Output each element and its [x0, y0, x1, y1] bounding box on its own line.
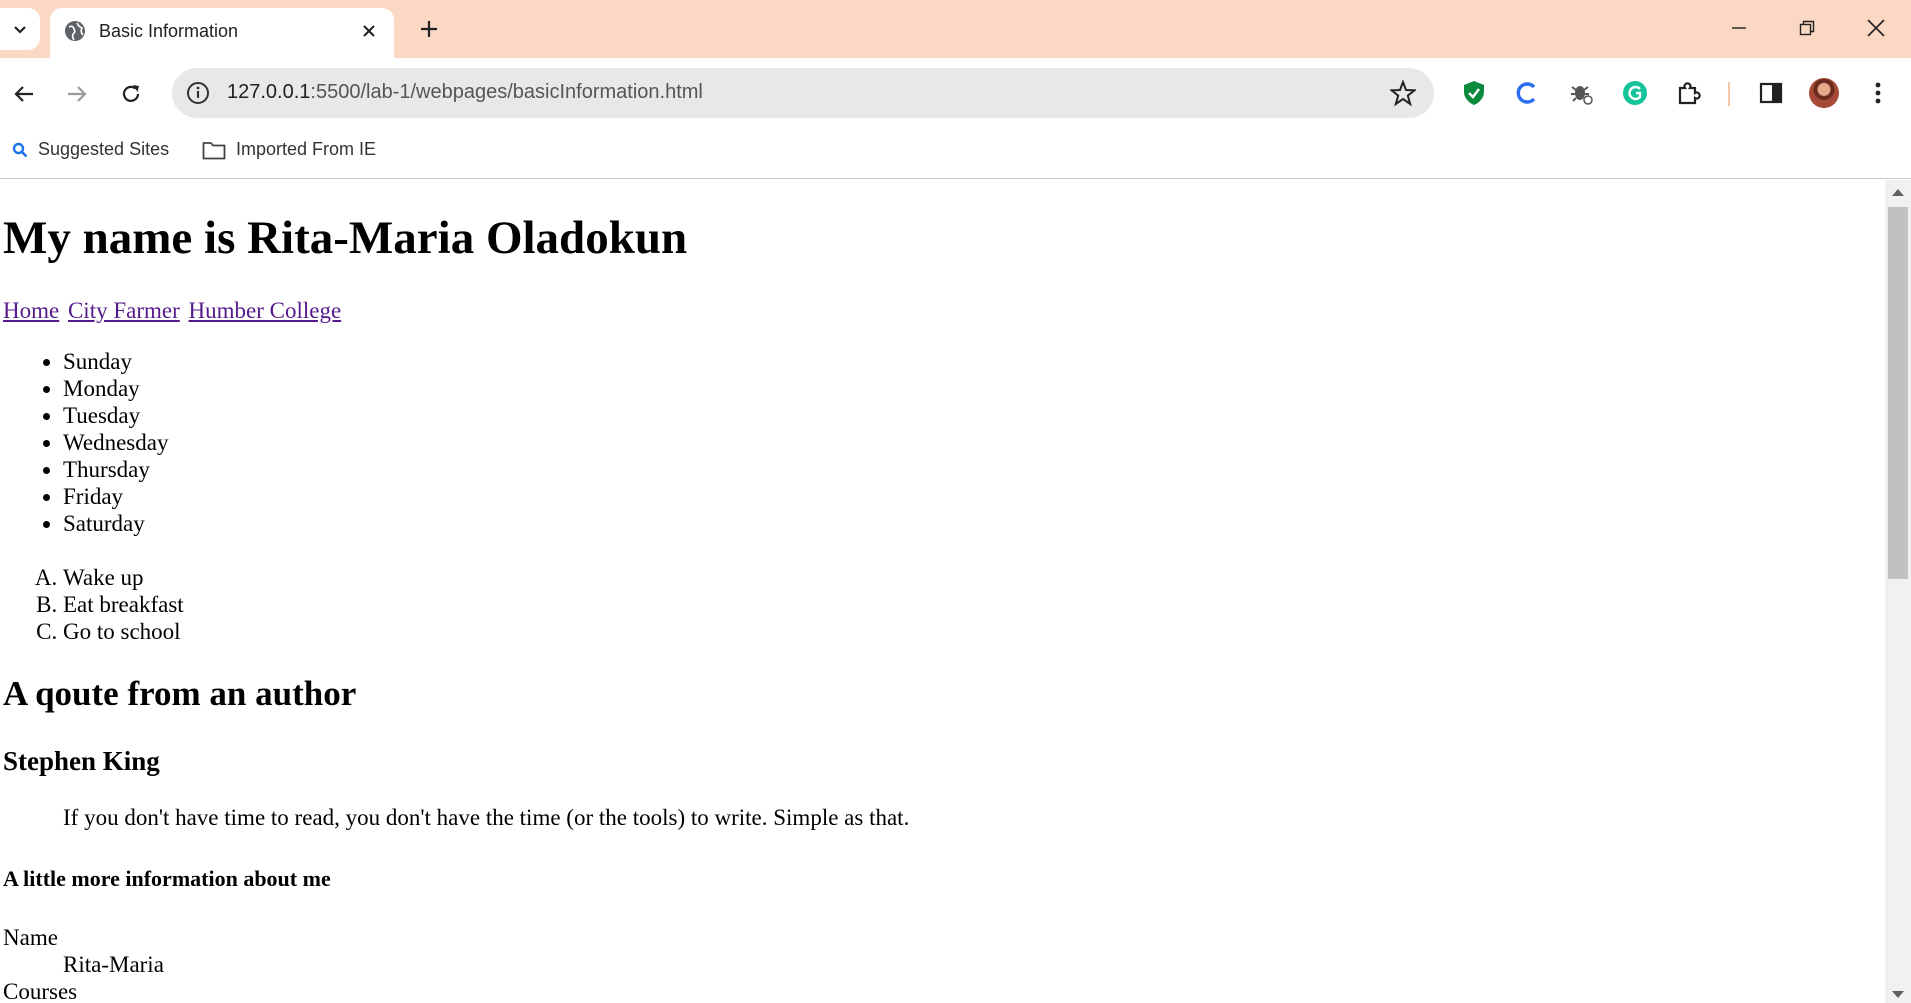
days-list: Sunday Monday Tuesday Wednesday Thursday… [0, 348, 168, 537]
c-extension-button[interactable] [1512, 78, 1542, 108]
url-path: :5500/lab-1/webpages/basicInformation.ht… [310, 81, 703, 103]
tab-close-button[interactable] [356, 18, 382, 44]
menu-button[interactable] [1863, 78, 1893, 108]
author-heading: Stephen King [3, 746, 160, 776]
restore-icon [1799, 20, 1815, 36]
reload-icon [122, 85, 140, 102]
info-icon[interactable] [186, 81, 210, 105]
grammarly-extension-button[interactable] [1620, 78, 1650, 108]
puzzle-icon [1678, 82, 1701, 105]
list-item: Thursday [63, 456, 168, 483]
page-title: My name is Rita-Maria Oladokun [3, 212, 688, 264]
plus-icon [421, 21, 437, 37]
scroll-down-arrow[interactable] [1892, 991, 1904, 998]
grammarly-icon [1623, 81, 1647, 105]
folder-icon [202, 141, 226, 159]
nav-links: Home City Farmer Humber College [3, 298, 344, 324]
link-city-farmer[interactable]: City Farmer [68, 298, 180, 323]
address-bar[interactable]: 127.0.0.1:5500/lab-1/webpages/basicInfor… [172, 68, 1434, 118]
more-vertical-icon [1875, 82, 1881, 104]
new-tab-button[interactable] [414, 14, 444, 44]
bookmarks-bar: Suggested Sites Imported From IE [0, 128, 1911, 179]
side-panel-icon [1759, 82, 1783, 104]
extensions-button[interactable] [1674, 78, 1704, 108]
reload-button[interactable] [113, 76, 149, 112]
restore-button[interactable] [1782, 8, 1832, 48]
list-item: Eat breakfast [63, 591, 184, 618]
bookmark-suggested-sites[interactable]: Suggested Sites [12, 139, 169, 160]
shield-icon [1464, 81, 1484, 105]
shield-extension-button[interactable] [1459, 78, 1489, 108]
list-item: Wake up [63, 564, 184, 591]
detail-term: Courses [3, 979, 78, 1003]
about-heading: A little more information about me [3, 866, 331, 891]
link-humber-college[interactable]: Humber College [189, 298, 342, 323]
minimize-icon [1732, 27, 1746, 29]
list-item: Monday [63, 375, 168, 402]
arrow-right-icon [68, 86, 87, 102]
arrow-left-icon [14, 86, 33, 102]
side-panel-button[interactable] [1756, 78, 1786, 108]
tab-title: Basic Information [99, 21, 239, 41]
browser-tab[interactable]: Basic Information [50, 8, 394, 58]
profile-avatar[interactable] [1809, 78, 1839, 108]
close-window-button[interactable] [1851, 8, 1901, 48]
chevron-down-icon [14, 26, 26, 34]
search-icon [12, 142, 28, 157]
browser-toolbar: 127.0.0.1:5500/lab-1/webpages/basicInfor… [0, 58, 1911, 128]
list-item: Wednesday [63, 429, 168, 456]
bookmark-label: Suggested Sites [38, 139, 170, 159]
close-icon [363, 25, 375, 37]
detail-description: Rita-Maria [63, 952, 164, 977]
list-item: Friday [63, 483, 168, 510]
quote-heading: A qoute from an author [3, 674, 357, 713]
details-list: Name Rita-Maria Courses [3, 924, 164, 1003]
detail-term: Name [3, 925, 58, 950]
bookmark-imported-from-ie[interactable]: Imported From IE [202, 139, 376, 160]
toolbar-separator [1728, 82, 1730, 106]
tab-search-button[interactable] [0, 8, 40, 50]
list-item: Go to school [63, 618, 184, 645]
scroll-up-arrow[interactable] [1892, 189, 1904, 196]
url-host: 127.0.0.1 [227, 81, 311, 103]
bug-extension-button[interactable] [1566, 78, 1596, 108]
page-content: My name is Rita-Maria Oladokun Home City… [0, 180, 1885, 1003]
list-item: Tuesday [63, 402, 168, 429]
minimize-button[interactable] [1714, 8, 1764, 48]
close-icon [1867, 19, 1885, 37]
tab-strip: Basic Information [0, 0, 1911, 58]
scrollbar-thumb[interactable] [1888, 207, 1908, 579]
routine-list: Wake up Eat breakfast Go to school [0, 564, 184, 645]
blockquote: If you don't have time to read, you don'… [63, 805, 910, 830]
back-button[interactable] [6, 76, 42, 112]
list-item: Sunday [63, 348, 168, 375]
bookmark-label: Imported From IE [236, 139, 377, 159]
link-home[interactable]: Home [3, 298, 59, 323]
bug-icon [1571, 86, 1593, 105]
bookmark-star-icon[interactable] [1390, 80, 1416, 106]
globe-icon [65, 21, 85, 41]
forward-button[interactable] [59, 76, 95, 112]
list-item: Saturday [63, 510, 168, 537]
url-text[interactable]: 127.0.0.1:5500/lab-1/webpages/basicInfor… [227, 81, 703, 104]
c-logo-icon [1516, 82, 1536, 104]
